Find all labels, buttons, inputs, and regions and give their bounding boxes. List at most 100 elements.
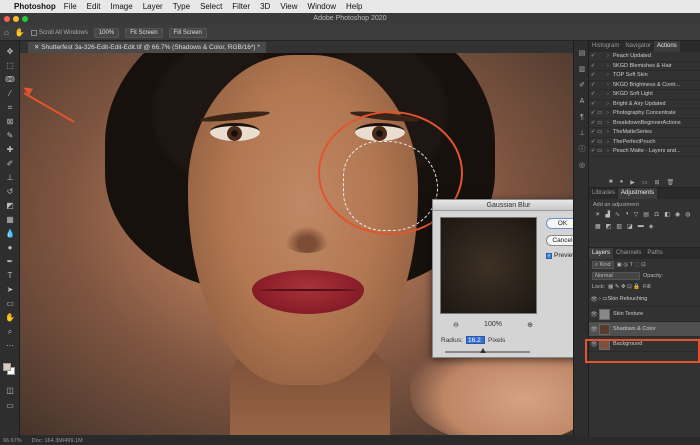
layer-row[interactable]: 👁 Skin Texture [589, 307, 700, 322]
brush-panel-icon[interactable]: ✐ [577, 81, 587, 90]
status-zoom[interactable]: 66.67% [3, 438, 22, 444]
action-toggle-icon[interactable]: ✓ [589, 72, 597, 78]
tab-channels[interactable]: Channels [613, 248, 644, 259]
document-tab[interactable]: ✕ Shutterfest 3a-326-Edit-Edit-Edit.tif … [28, 42, 266, 53]
blur-preview-window[interactable] [440, 217, 537, 314]
visibility-eye-icon[interactable]: 👁 [589, 326, 599, 333]
fit-screen-button[interactable]: Fit Screen [125, 27, 163, 38]
tab-actions[interactable]: Actions [654, 41, 680, 52]
action-row[interactable]: ✓ › 5KGD Brightness & Contr... [589, 81, 700, 90]
radius-slider[interactable] [445, 351, 530, 353]
action-row[interactable]: ✓ ▭ › ThePerfectPouch [589, 138, 700, 147]
menu-file[interactable]: File [64, 2, 77, 11]
menu-view[interactable]: View [280, 2, 297, 11]
brightness-icon[interactable]: ☀ [595, 211, 600, 218]
menu-type[interactable]: Type [173, 2, 190, 11]
type-tool-icon[interactable]: T [4, 271, 16, 281]
menu-window[interactable]: Window [308, 2, 336, 11]
folder-icon[interactable]: ▭ [597, 120, 607, 126]
frame-tool-icon[interactable]: ⊠ [4, 117, 16, 127]
selective-color-icon[interactable]: ◈ [649, 223, 654, 230]
minimize-window-button[interactable] [13, 16, 19, 22]
tab-libraries[interactable]: Libraries [589, 188, 618, 199]
history-panel-icon[interactable]: ▤ [577, 49, 587, 58]
move-tool-icon[interactable]: ✥ [4, 47, 16, 57]
app-menu[interactable]: Photoshop [14, 2, 56, 11]
layer-thumbnail[interactable] [599, 323, 610, 335]
zoom-100-button[interactable]: 100% [93, 27, 120, 38]
folder-icon[interactable]: ▭ [597, 129, 607, 135]
record-icon[interactable]: ● [620, 179, 624, 185]
zoom-window-button[interactable] [22, 16, 28, 22]
menu-filter[interactable]: Filter [232, 2, 250, 11]
tab-histogram[interactable]: Histogram [589, 41, 622, 52]
curves-icon[interactable]: ∿ [615, 211, 620, 218]
action-toggle-icon[interactable]: ✓ [589, 91, 597, 97]
action-toggle-icon[interactable]: ✓ [589, 101, 597, 107]
action-toggle-icon[interactable]: ✓ [589, 139, 597, 145]
tab-navigator[interactable]: Navigator [622, 41, 654, 52]
stop-icon[interactable]: ■ [609, 179, 613, 185]
radius-slider-knob[interactable] [480, 348, 486, 353]
new-set-icon[interactable]: ▭ [642, 179, 648, 186]
hand-tool-icon-2[interactable]: ✋ [4, 313, 16, 323]
tab-adjustments[interactable]: Adjustments [618, 188, 658, 199]
action-row[interactable]: ✓ › Peach Updated [589, 52, 700, 62]
action-row[interactable]: ✓ › TOP Soft Skin [589, 71, 700, 81]
action-toggle-icon[interactable]: ✓ [589, 148, 597, 154]
menu-3d[interactable]: 3D [260, 2, 270, 11]
quick-select-tool-icon[interactable]: ⁄ [4, 89, 16, 99]
radius-input[interactable]: 16.2 [466, 336, 486, 344]
color-balance-icon[interactable]: ⚖ [654, 211, 659, 218]
hand-tool-icon[interactable]: ✋ [15, 28, 25, 37]
info-panel-icon[interactable]: ⓘ [577, 145, 587, 154]
vibrance-icon[interactable]: ▽ [634, 211, 639, 218]
folder-icon[interactable]: ▭ [597, 148, 607, 154]
menu-select[interactable]: Select [200, 2, 222, 11]
dodge-tool-icon[interactable]: ● [4, 243, 16, 253]
visibility-eye-icon[interactable]: 👁 [589, 296, 599, 303]
character-panel-icon[interactable]: A [577, 97, 587, 106]
invert-icon[interactable]: ◩ [606, 223, 612, 230]
blur-tool-icon[interactable]: 💧 [4, 229, 16, 239]
healing-brush-icon[interactable]: ✚ [4, 145, 16, 155]
crop-tool-icon[interactable]: ⌗ [4, 103, 16, 113]
quick-mask-icon[interactable]: ◫ [4, 386, 16, 396]
blend-mode-select[interactable]: Normal [592, 271, 640, 280]
posterize-icon[interactable]: ▥ [616, 223, 622, 230]
levels-icon[interactable]: ▟ [605, 211, 610, 218]
pen-tool-icon[interactable]: ✒ [4, 257, 16, 267]
tab-layers[interactable]: Layers [589, 248, 614, 259]
action-toggle-icon[interactable]: ✓ [589, 120, 597, 126]
action-row[interactable]: ✓ › 5KGD Soft Light [589, 90, 700, 100]
layer-thumbnail[interactable] [599, 308, 610, 320]
more-tools-icon[interactable]: ⋯ [4, 341, 16, 351]
action-row[interactable]: ✓ ▭ › Peach Matte - Layers and... [589, 147, 700, 157]
delete-action-icon[interactable]: 🗑 [667, 179, 675, 186]
properties-panel-icon[interactable]: ▥ [577, 65, 587, 74]
close-window-button[interactable] [4, 16, 10, 22]
action-toggle-icon[interactable]: ✓ [589, 63, 597, 69]
history-brush-icon[interactable]: ↺ [4, 187, 16, 197]
hue-saturation-icon[interactable]: ▤ [643, 211, 649, 218]
screen-mode-icon[interactable]: ▭ [4, 401, 16, 411]
clone-source-icon[interactable]: ⊥ [577, 129, 587, 138]
paragraph-panel-icon[interactable]: ¶ [577, 113, 587, 122]
new-action-icon[interactable]: ⊞ [655, 179, 660, 186]
menu-edit[interactable]: Edit [87, 2, 101, 11]
home-icon[interactable]: ⌂ [4, 28, 9, 37]
black-white-icon[interactable]: ◧ [664, 211, 670, 218]
group-folder-icon[interactable]: › ▭ [599, 296, 608, 302]
action-row[interactable]: ✓ ▭ › TheMatteSeries [589, 128, 700, 138]
action-toggle-icon[interactable]: ✓ [589, 110, 597, 116]
color-lookup-icon[interactable]: ▦ [595, 223, 601, 230]
action-row[interactable]: ✓ › Bright & Airy Updated [589, 100, 700, 109]
zoom-tool-icon[interactable]: ⌕ [4, 327, 16, 337]
action-toggle-icon[interactable]: ✓ [589, 53, 597, 59]
fill-screen-button[interactable]: Fill Screen [168, 27, 207, 38]
path-select-icon[interactable]: ➤ [4, 285, 16, 295]
visibility-eye-icon[interactable]: 👁 [589, 311, 599, 318]
marquee-tool-icon[interactable]: ⬚ [4, 61, 16, 71]
layer-row[interactable]: 👁 Shadows & Color [589, 322, 700, 337]
menu-layer[interactable]: Layer [143, 2, 163, 11]
